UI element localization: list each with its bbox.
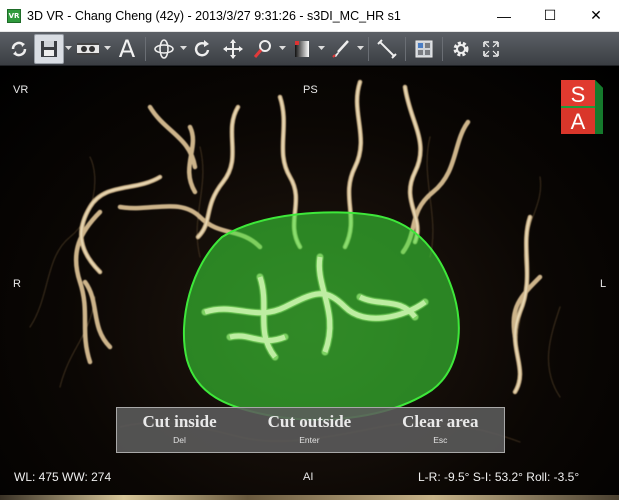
cut-outside-button[interactable]: Cut outside Enter: [268, 408, 352, 445]
cut-inside-label: Cut inside: [142, 412, 217, 431]
minimize-button[interactable]: —: [481, 0, 527, 32]
pan-icon[interactable]: [218, 34, 248, 64]
cut-menu: Cut inside Del Cut outside Enter Clear a…: [116, 407, 505, 453]
settings-icon[interactable]: [446, 34, 476, 64]
toolbar-separator: [368, 36, 369, 61]
text-tool-label: A: [118, 34, 136, 63]
rotation-status: L-R: -9.5° S-I: 53.2° Roll: -3.5°: [418, 470, 580, 484]
window-level-status: WL: 475 WW: 274: [14, 470, 112, 484]
volume-render-viewport[interactable]: VR PS R L AI S A Cut inside Del Cut outs…: [0, 67, 619, 500]
brush-icon[interactable]: [326, 34, 356, 64]
cube-front-label: A: [571, 109, 586, 134]
measure-line-icon[interactable]: [372, 34, 402, 64]
cut-inside-shortcut: Del: [173, 435, 186, 445]
clear-area-label: Clear area: [402, 412, 479, 431]
window-level-icon[interactable]: [287, 34, 317, 64]
cube-top-label: S: [571, 82, 586, 107]
text-annotation-icon[interactable]: A: [112, 34, 142, 64]
orientation-cube-icon[interactable]: S A: [559, 78, 605, 136]
cut-inside-button[interactable]: Cut inside Del: [142, 408, 216, 445]
cut-outside-label: Cut outside: [267, 412, 352, 431]
clear-area-shortcut: Esc: [433, 435, 448, 445]
cut-outside-shortcut: Enter: [299, 435, 320, 445]
refresh-icon[interactable]: [4, 34, 34, 64]
close-button[interactable]: ✕: [573, 0, 619, 32]
layout-grid-icon[interactable]: [409, 34, 439, 64]
save-dropdown-icon[interactable]: [64, 34, 73, 64]
orientation-left: R: [13, 278, 21, 290]
app-icon: VR: [7, 8, 21, 23]
clear-area-button[interactable]: Clear area Esc: [402, 408, 478, 445]
zoom-dropdown-icon[interactable]: [278, 34, 287, 64]
zoom-icon[interactable]: [248, 34, 278, 64]
toolbar-separator: [145, 36, 146, 61]
selection-area: [183, 211, 460, 421]
fullscreen-icon[interactable]: [476, 34, 506, 64]
maximize-button[interactable]: ☐: [527, 0, 573, 32]
toolbar: A: [0, 32, 619, 66]
orientation-bottom: AI: [303, 471, 314, 483]
save-icon[interactable]: [34, 33, 64, 64]
orientation-right: L: [600, 278, 607, 290]
toolbar-separator: [405, 36, 406, 61]
orientation-top-left: VR: [13, 84, 29, 96]
thumbnail-strip: [0, 495, 619, 500]
film-dropdown-icon[interactable]: [103, 34, 112, 64]
rotate-free-icon[interactable]: [149, 34, 179, 64]
orientation-top: PS: [303, 84, 318, 96]
rotate-icon[interactable]: [188, 34, 218, 64]
toolbar-separator: [442, 36, 443, 61]
rotate-dropdown-icon[interactable]: [179, 34, 188, 64]
window-title: 3D VR - Chang Cheng (42y) - 2013/3/27 9:…: [27, 8, 401, 23]
brush-dropdown-icon[interactable]: [356, 34, 365, 64]
film-icon[interactable]: [73, 34, 103, 64]
title-bar: VR 3D VR - Chang Cheng (42y) - 2013/3/27…: [0, 0, 619, 32]
window-level-dropdown-icon[interactable]: [317, 34, 326, 64]
